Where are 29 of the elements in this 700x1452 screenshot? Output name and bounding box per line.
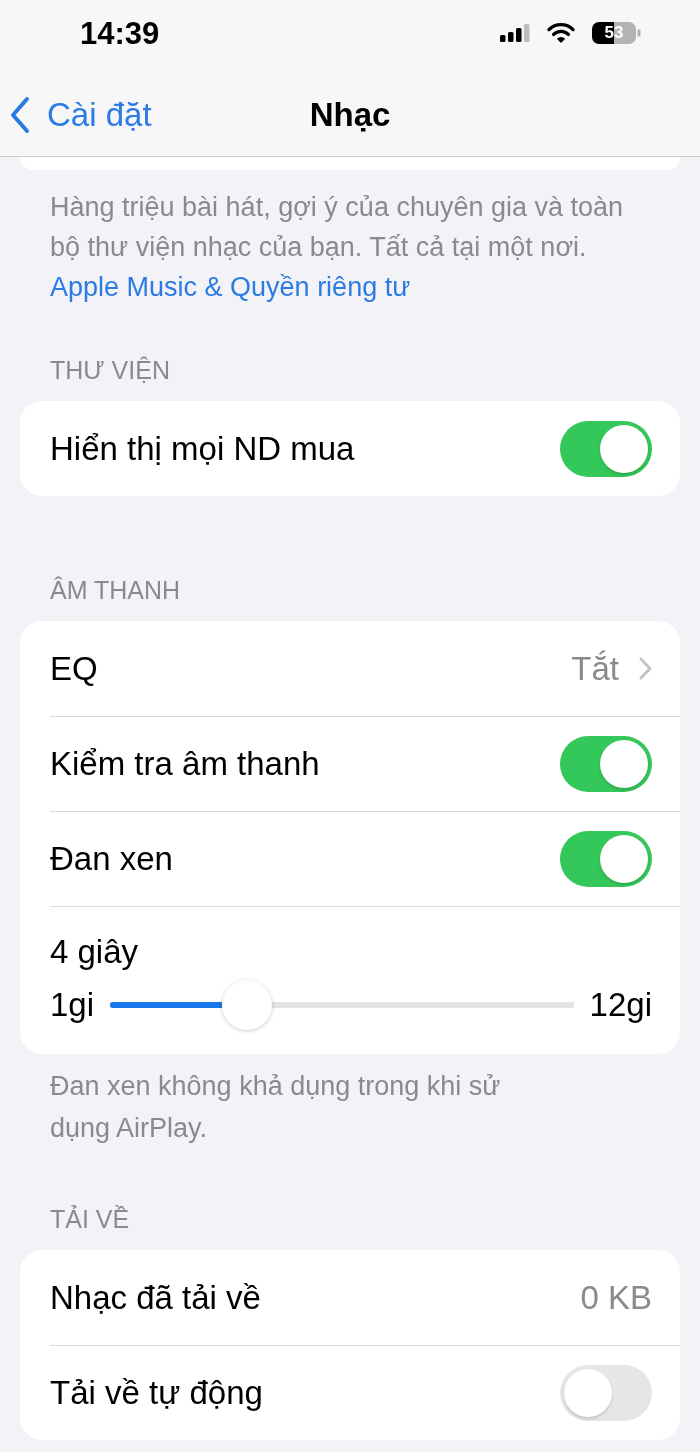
slider-value-label: 4 giây <box>50 932 139 972</box>
slider-max-label: 12gi <box>589 985 652 1025</box>
setting-value: 0 KB <box>580 1277 652 1318</box>
chevron-icon <box>10 96 30 134</box>
footer-link[interactable]: Apple Music & Quyền riêng tư <box>50 267 411 307</box>
footer-text: Đan xen không khả dụng trong khi sử dụng AirPlay. <box>49 1070 502 1145</box>
setting-label: Kiểm tra âm thanh <box>50 744 320 784</box>
chevron-icon <box>639 657 652 680</box>
back-button[interactable]: Cài đặt <box>0 95 156 135</box>
battery-indicator: 53 <box>592 22 641 44</box>
setting-label: Đan xen <box>50 839 173 879</box>
slider-min-label: 1gi <box>50 985 95 1025</box>
section-header: TẢI VỀ <box>49 1204 131 1234</box>
slider-thumb[interactable] <box>221 980 272 1030</box>
signal-icon <box>500 24 530 42</box>
setting-label: Nhạc đã tải về <box>50 1277 261 1318</box>
setting-label: EQ <box>50 648 98 689</box>
wifi-icon <box>546 22 576 44</box>
setting-label: Tải về tự động <box>50 1373 263 1413</box>
toggle-switch[interactable] <box>560 736 652 792</box>
setting-value: Tắt <box>571 648 619 689</box>
nav-title: Nhạc <box>309 95 391 135</box>
status-time: 14:39 <box>80 17 160 49</box>
footer-text: Hàng triệu bài hát, gợi ý của chuyên gia và toàn bộ thư viện nhạc của bạn. Tất cả tại một nơi. <box>50 191 625 264</box>
toggle-switch[interactable] <box>560 1365 652 1421</box>
section-header: ÂM THANH <box>49 575 182 605</box>
setting-label: Hiển thị mọi ND mua <box>50 428 355 469</box>
section-header: THƯ VIỆN <box>49 355 171 385</box>
toggle-switch[interactable] <box>560 831 652 887</box>
